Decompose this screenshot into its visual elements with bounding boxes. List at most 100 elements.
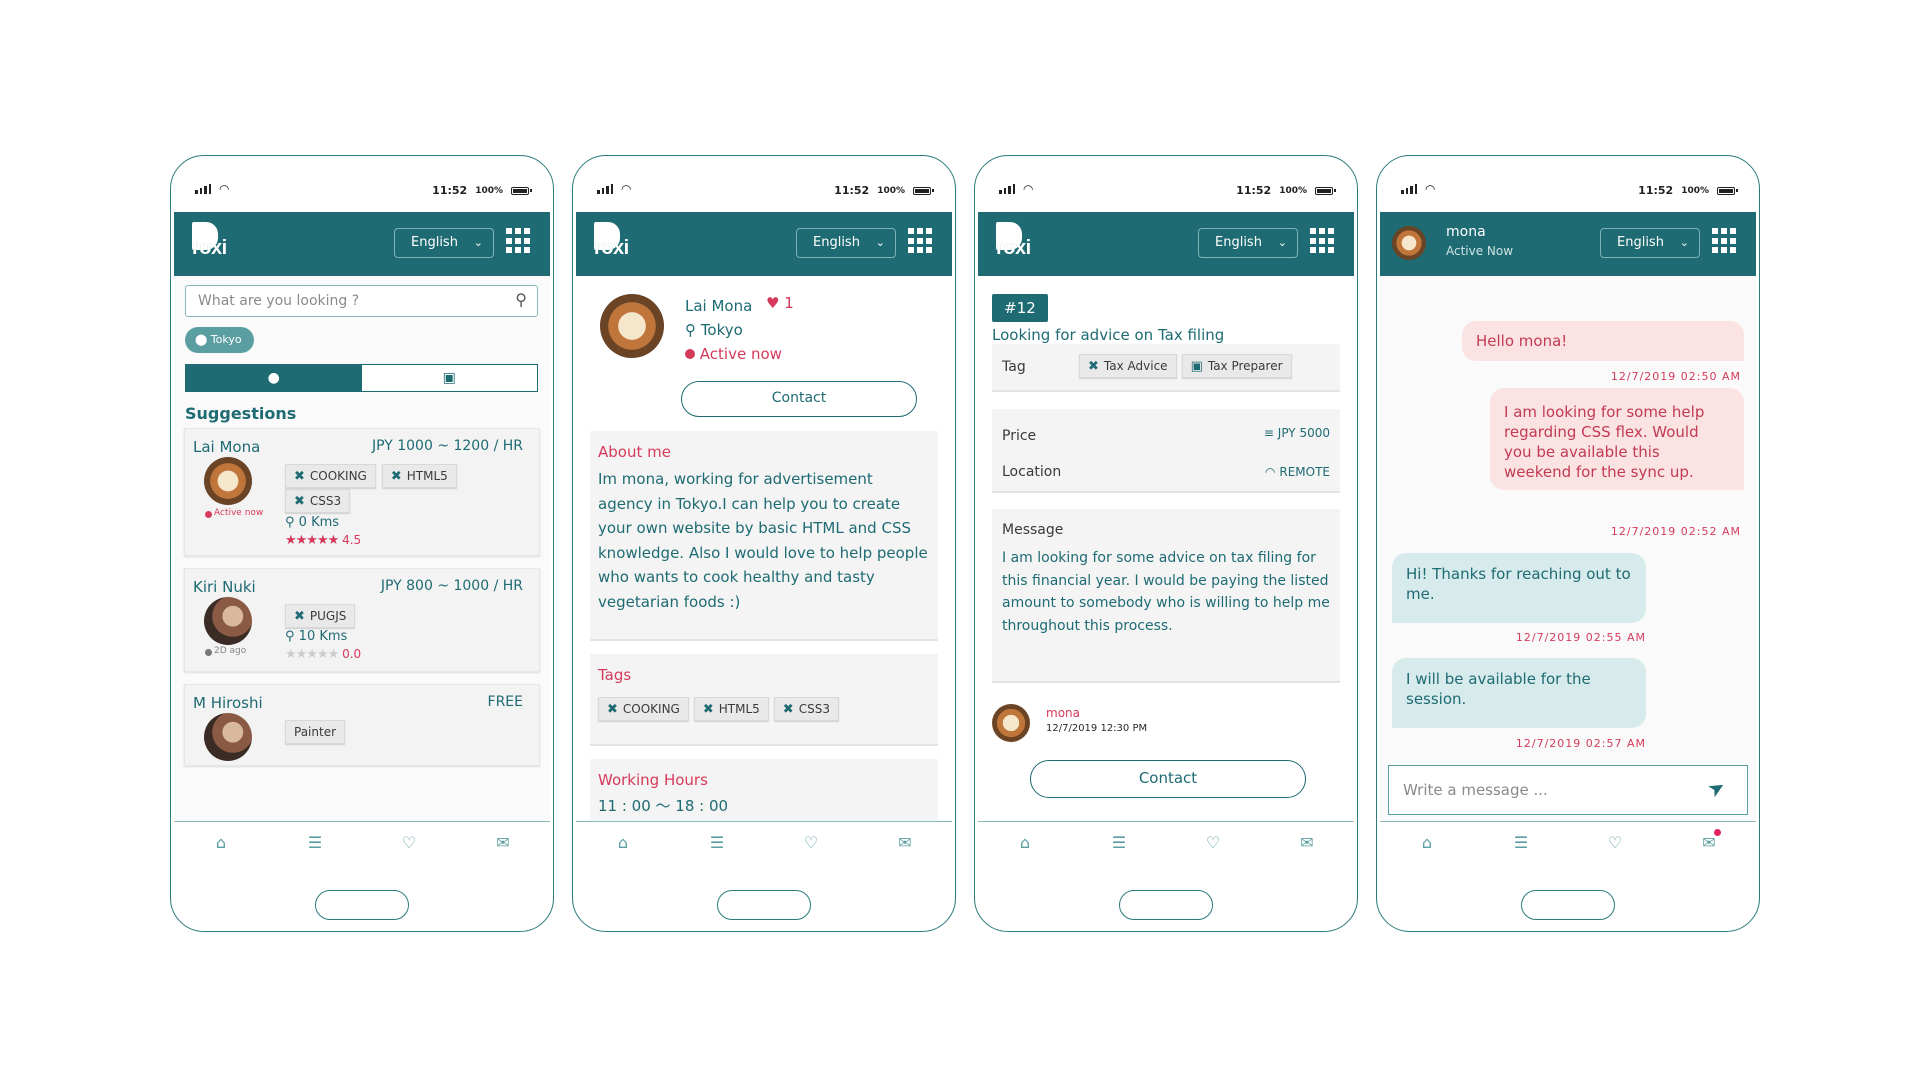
home-button[interactable] (1119, 890, 1213, 920)
message-time: 12/7/2019 02:57 AM (1515, 737, 1646, 750)
chevron-down-icon: ⌄ (1277, 236, 1287, 249)
apps-grid-icon[interactable] (506, 228, 530, 254)
about-text: Im mona, working for advertisement agenc… (598, 470, 928, 611)
battery-percent: 100% (877, 185, 905, 196)
message-input[interactable]: Write a message ... ➤ (1388, 765, 1748, 815)
app-header: roxi English ⌄ (174, 212, 550, 276)
status-bar: ◠ 11:52 100% (597, 182, 934, 202)
send-icon[interactable]: ➤ (1703, 773, 1730, 802)
heart-icon[interactable]: ♡ (389, 833, 429, 852)
wifi-icon: ◠ (219, 182, 230, 196)
briefcase-icon: ▣ (442, 370, 456, 386)
mail-icon[interactable]: ✉ (1287, 833, 1327, 852)
search-placeholder: What are you looking ? (198, 293, 360, 309)
language-select[interactable]: English ⌄ (796, 228, 896, 258)
likes: ♥ 1 (766, 294, 794, 312)
hours-section: Working Hours 11 : 00 〜 18 : 00 (590, 759, 938, 821)
message-text: I am looking for some advice on tax fili… (1002, 550, 1330, 634)
tools-icon: ✖ (702, 701, 714, 717)
card-name: M Hiroshi (193, 694, 263, 712)
view-toggle: ● ▣ (185, 364, 538, 392)
bottom-nav: ⌂ ☰ ♡ ✉ (1380, 821, 1756, 862)
request-title: Looking for advice on Tax filing (992, 326, 1225, 344)
home-icon[interactable]: ⌂ (1407, 833, 1447, 852)
home-icon[interactable]: ⌂ (201, 833, 241, 852)
app-header: roxi English ⌄ (576, 212, 952, 276)
poster-name: mona (1046, 706, 1080, 720)
mail-icon[interactable]: ✉ (1689, 828, 1729, 852)
apps-grid-icon[interactable] (1712, 228, 1736, 254)
rating: ★★★★★ 0.0 (285, 647, 362, 662)
tools-icon: ✖ (294, 493, 305, 509)
hours-value: 11 : 00 〜 18 : 00 (598, 797, 729, 815)
home-button[interactable] (1521, 890, 1615, 920)
suggestion-card[interactable]: Lai Mona JPY 1000 ~ 1200 / HR Active now… (184, 428, 540, 556)
profile-status: Active now (685, 345, 782, 363)
tags-section: Tags ✖ COOKING ✖ HTML5 ✖ CSS3 (590, 654, 938, 746)
status-time: 11:52 (1638, 184, 1674, 197)
request-screen: #12 Looking for advice on Tax filing Tag… (978, 276, 1354, 821)
apps-grid-icon[interactable] (908, 228, 932, 254)
message-time: 12/7/2019 02:55 AM (1515, 631, 1646, 644)
logo[interactable]: roxi (594, 222, 638, 262)
search-input[interactable]: What are you looking ? ⚲ (185, 285, 538, 317)
chat-header: mona Active Now English ⌄ (1380, 212, 1756, 276)
home-icon[interactable]: ⌂ (603, 833, 643, 852)
chat-screen: Hello mona! 12/7/2019 02:50 AM I am look… (1380, 276, 1756, 821)
tools-icon: ✖ (390, 468, 402, 484)
suggestion-card[interactable]: M Hiroshi FREE Painter (184, 684, 540, 766)
jobs-tab[interactable]: ▣ (361, 365, 537, 391)
map-pin-icon: ⚲ (685, 321, 696, 339)
tag-list: ✖ COOKING ✖ HTML5 ✖ CSS3 (598, 697, 839, 721)
profile-name: Lai Mona (685, 297, 753, 315)
price-label: Price (1002, 428, 1037, 444)
status-bar: ◠ 11:52 100% (999, 182, 1336, 202)
contact-button[interactable]: Contact (681, 381, 917, 417)
home-button[interactable] (315, 890, 409, 920)
card-price: JPY 1000 ~ 1200 / HR (371, 438, 523, 454)
message-bubble: I am looking for some help regarding CSS… (1490, 388, 1744, 490)
message-bubble: Hi! Thanks for reaching out to me. (1392, 553, 1646, 623)
location-chip[interactable]: ⬤ Tokyo (185, 327, 254, 353)
logo[interactable]: roxi (996, 222, 1040, 262)
list-icon[interactable]: ☰ (697, 833, 737, 852)
tools-icon: ✖ (294, 468, 305, 484)
heart-icon[interactable]: ♡ (1595, 833, 1635, 852)
avatar (204, 597, 252, 645)
suggestion-card[interactable]: Kiri Nuki JPY 800 ~ 1000 / HR 2D ago ✖ PU… (184, 568, 540, 672)
contact-button[interactable]: Contact (1030, 760, 1306, 798)
heart-icon[interactable]: ♡ (1193, 833, 1233, 852)
mail-icon[interactable]: ✉ (885, 833, 925, 852)
chevron-down-icon: ⌄ (1679, 236, 1689, 249)
home-button[interactable] (717, 890, 811, 920)
battery-percent: 100% (1279, 185, 1307, 196)
wifi-icon: ◠ (1265, 465, 1276, 479)
hours-title: Working Hours (598, 771, 708, 789)
tag-chip: ✖ CSS3 (285, 489, 351, 513)
heart-icon[interactable]: ♡ (791, 833, 831, 852)
list-icon[interactable]: ☰ (1099, 833, 1139, 852)
bottom-nav: ⌂ ☰ ♡ ✉ (174, 821, 550, 862)
message-section: Message I am looking for some advice on … (992, 509, 1340, 683)
wifi-icon: ◠ (1425, 182, 1436, 196)
language-select[interactable]: English ⌄ (394, 228, 494, 258)
tag-chip: ✖ COOKING (598, 697, 689, 721)
battery-icon (913, 186, 934, 195)
list-icon[interactable]: ☰ (295, 833, 335, 852)
list-icon[interactable]: ☰ (1501, 833, 1541, 852)
profile-location: ⚲ Tokyo (685, 321, 743, 339)
tag-chip: ✖ HTML5 (693, 697, 769, 721)
phone-request: ◠ 11:52 100% roxi English ⌄ #12 Looking f… (974, 155, 1358, 932)
language-select[interactable]: English ⌄ (1198, 228, 1298, 258)
logo[interactable]: roxi (192, 222, 236, 262)
tag-chip: ✖ PUGJS (285, 604, 356, 628)
location-value: ◠ REMOTE (1265, 465, 1330, 479)
language-select[interactable]: English ⌄ (1600, 228, 1700, 258)
home-icon[interactable]: ⌂ (1005, 833, 1045, 852)
search-icon[interactable]: ⚲ (515, 290, 527, 309)
apps-grid-icon[interactable] (1310, 228, 1334, 254)
phone-chat: ◠ 11:52 100% mona Active Now English ⌄ He… (1376, 155, 1760, 932)
mail-icon[interactable]: ✉ (483, 833, 523, 852)
people-tab[interactable]: ● (186, 365, 362, 391)
briefcase-icon: ▣ (1190, 358, 1203, 374)
